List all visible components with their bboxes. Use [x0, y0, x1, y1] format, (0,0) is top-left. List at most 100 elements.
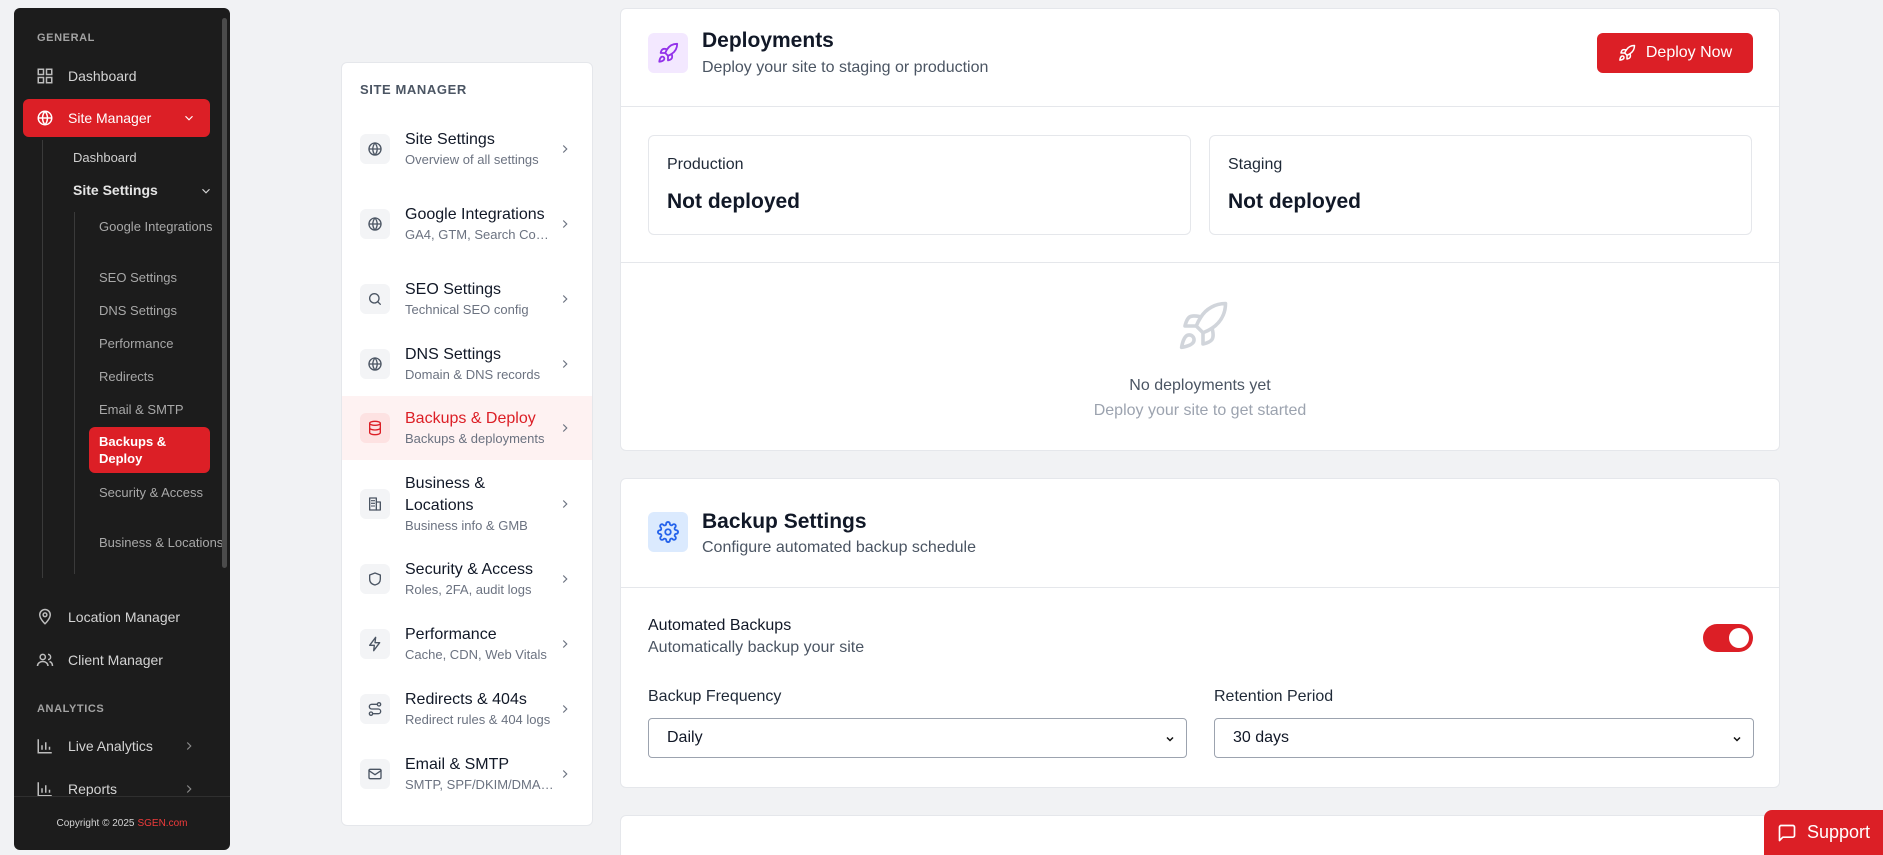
globe-icon — [36, 109, 54, 127]
rocket-icon — [1179, 301, 1228, 350]
chevron-right-icon — [562, 704, 568, 713]
support-label: Support — [1806, 822, 1871, 842]
sidebar-child-performance[interactable]: Performance — [99, 335, 224, 352]
backup-settings-card: Backup Settings Configure automated back… — [620, 478, 1780, 788]
deployments-title: Deployments — [702, 29, 834, 52]
backup-frequency-select[interactable]: Daily — [648, 718, 1187, 758]
sidebar-item-dashboard[interactable]: Dashboard — [23, 57, 210, 95]
database-icon — [360, 413, 390, 443]
menu-item-text: Performance Cache, CDN, Web Vitals — [405, 611, 555, 676]
globe-icon — [360, 209, 390, 239]
menu-item-google-integrations[interactable]: Google Integrations GA4, GTM, Search Cons… — [342, 181, 592, 267]
production-label: Production — [667, 156, 744, 173]
sidebar-item-label: Live Analytics — [68, 738, 153, 754]
menu-item-description: Technical SEO config — [405, 302, 529, 317]
sidebar-item-site-manager[interactable]: Site Manager — [23, 99, 210, 137]
menu-item-name: Business & Locations — [405, 474, 486, 514]
menu-item-description: GA4, GTM, Search Console — [405, 227, 555, 242]
menu-item-name: Email & SMTP — [405, 755, 510, 773]
sidebar-child-dns-settings[interactable]: DNS Settings — [99, 302, 224, 319]
sidebar-item-label: Dashboard — [68, 68, 137, 84]
menu-item-text: SEO Settings Technical SEO config — [405, 267, 555, 331]
sidebar-item-client-manager[interactable]: Client Manager — [23, 641, 210, 679]
chevron-right-icon — [562, 220, 568, 228]
chat-icon — [1778, 824, 1796, 841]
deployments-subtitle: Deploy your site to staging or productio… — [702, 59, 989, 76]
sidebar-child-backups-deploy[interactable]: Backups & Deploy — [89, 427, 210, 473]
sidebar-child-redirects[interactable]: Redirects — [99, 368, 224, 385]
menu-item-text: Backups & Deploy Backups & deployments — [405, 396, 555, 460]
deployments-divider — [621, 262, 1779, 263]
chevron-right-icon — [186, 742, 192, 750]
brand-link[interactable]: SGEN.com — [137, 818, 187, 829]
sidebar-child-email-smtp[interactable]: Email & SMTP — [99, 401, 224, 418]
menu-item-business-locations[interactable]: Business & Locations Business info & GMB — [342, 460, 592, 547]
deploy-now-button[interactable]: Deploy Now — [1597, 33, 1753, 73]
mail-icon — [360, 758, 390, 789]
gear-icon — [648, 512, 688, 552]
retention-period-select[interactable]: 30 days — [1214, 718, 1754, 758]
map-pin-icon — [36, 608, 54, 626]
menu-item-site-settings[interactable]: Site Settings Overview of all settings — [342, 117, 592, 181]
menu-item-seo-settings[interactable]: SEO Settings Technical SEO config — [342, 267, 592, 331]
menu-item-name: Performance — [405, 625, 497, 643]
menu-item-performance[interactable]: Performance Cache, CDN, Web Vitals — [342, 611, 592, 676]
bar-chart-icon — [36, 780, 54, 796]
sidebar-child-security-access[interactable]: Security & Access — [99, 484, 224, 501]
automated-backups-toggle[interactable] — [1703, 624, 1753, 652]
sidebar-child-seo-settings[interactable]: SEO Settings — [99, 269, 224, 286]
automated-backups-description: Automatically backup your site — [648, 639, 865, 656]
globe-icon — [360, 134, 390, 164]
menu-item-name: DNS Settings — [405, 345, 502, 363]
menu-item-text: Google Integrations GA4, GTM, Search Cons… — [405, 181, 555, 267]
sidebar-item-live-analytics[interactable]: Live Analytics — [23, 727, 210, 765]
sidebar-item-label: Site Manager — [68, 110, 152, 126]
staging-status: Not deployed — [1228, 190, 1362, 213]
menu-item-text: DNS Settings Domain & DNS records — [405, 331, 555, 396]
main-sidebar: GENERAL Dashboard Site Manager Dashboard… — [14, 8, 230, 850]
menu-item-text: Business & Locations Business info & GMB — [405, 460, 555, 547]
menu-item-description: Backups & deployments — [405, 431, 545, 446]
chevron-right-icon — [562, 575, 568, 583]
chevron-down-icon — [185, 115, 193, 121]
site-manager-menu: SITE MANAGER Site Settings Overview of al… — [341, 62, 593, 826]
menu-item-dns-settings[interactable]: DNS Settings Domain & DNS records — [342, 331, 592, 396]
staging-label: Staging — [1228, 156, 1283, 173]
retention-period-value: 30 days — [1233, 729, 1290, 746]
menu-item-email-smtp[interactable]: Email & SMTP SMTP, SPF/DKIM/DMARC — [342, 741, 592, 806]
menu-item-description: Overview of all settings — [405, 152, 539, 167]
empty-state-subtitle: Deploy your site to get started — [1093, 402, 1307, 419]
menu-item-text: Security & Access Roles, 2FA, audit logs — [405, 547, 555, 611]
sidebar-sub-site-settings[interactable]: Site Settings — [73, 182, 213, 198]
deploy-now-label: Deploy Now — [1645, 44, 1733, 61]
bar-chart-icon — [36, 737, 54, 755]
sidebar-item-location-manager[interactable]: Location Manager — [23, 598, 210, 636]
sidebar-scroll-area[interactable]: GENERAL Dashboard Site Manager Dashboard… — [14, 8, 230, 796]
menu-item-description: Cache, CDN, Web Vitals — [405, 646, 547, 662]
backup-settings-title: Backup Settings — [702, 510, 867, 533]
sidebar-sub-dashboard[interactable]: Dashboard — [73, 150, 137, 165]
sidebar-item-label: Reports — [68, 781, 118, 796]
menu-item-name: Site Settings — [405, 131, 495, 148]
menu-item-name: Security & Access — [405, 561, 534, 578]
rocket-icon — [1618, 44, 1636, 61]
sidebar-child-google-integrations[interactable]: Google Integrations — [99, 218, 224, 235]
menu-item-description: SMTP, SPF/DKIM/DMARC — [405, 776, 555, 792]
sidebar-scrollbar[interactable] — [222, 18, 227, 568]
chevron-down-icon — [1166, 736, 1174, 742]
route-icon — [360, 693, 390, 724]
staging-status-box: Staging Not deployed — [1209, 135, 1752, 235]
menu-item-name: Backups & Deploy — [405, 410, 536, 427]
menu-item-description: Roles, 2FA, audit logs — [405, 582, 532, 597]
menu-item-backups-deploy[interactable]: Backups & Deploy Backups & deployments — [342, 396, 592, 460]
chevron-right-icon — [562, 145, 568, 153]
menu-item-redirects-404s[interactable]: Redirects & 404s Redirect rules & 404 log… — [342, 676, 592, 741]
sidebar-child-business-locations[interactable]: Business & Locations — [99, 534, 224, 551]
chevron-right-icon — [562, 359, 568, 368]
menu-item-name: SEO Settings — [405, 281, 502, 298]
support-button[interactable]: Support — [1764, 810, 1883, 855]
menu-item-text: Site Settings Overview of all settings — [405, 117, 555, 181]
menu-item-security-access[interactable]: Security & Access Roles, 2FA, audit logs — [342, 547, 592, 611]
sidebar-item-reports[interactable]: Reports — [23, 770, 210, 796]
menu-item-name: Redirects & 404s — [405, 690, 527, 708]
